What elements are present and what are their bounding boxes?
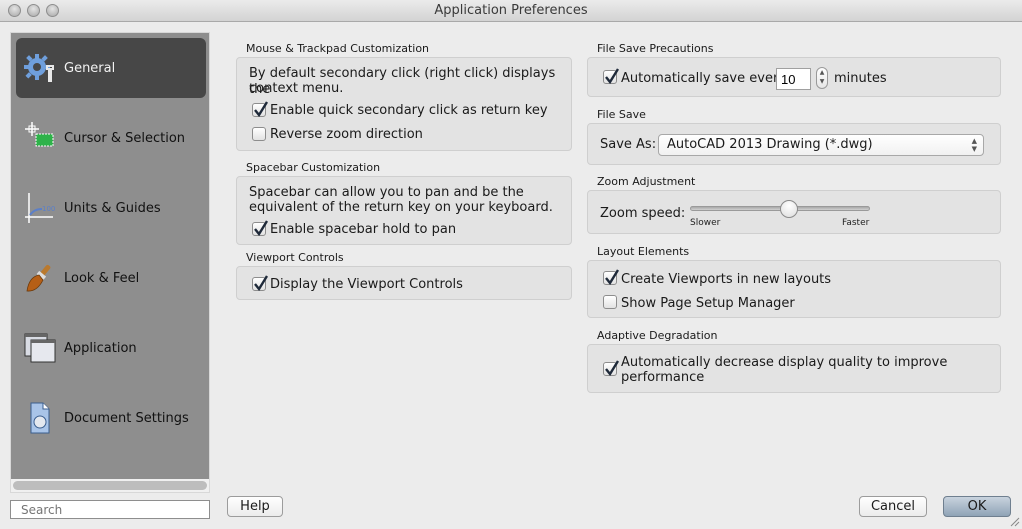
ok-button[interactable]: OK [943,496,1011,517]
sidebar-item-label: Document Settings [64,410,189,426]
display-viewport-controls-label: Display the Viewport Controls [270,277,463,292]
viewport-controls-title: Viewport Controls [246,251,344,264]
file-save-precautions-group: Automatically save every ▲▼ minutes [587,57,1001,97]
spacebar-title: Spacebar Customization [246,161,381,174]
display-viewport-controls-checkbox[interactable] [252,275,269,291]
file-save-group: Save As: AutoCAD 2013 Drawing (*.dwg) ▲ ▼ [587,123,1001,165]
windows-icon [20,328,60,368]
sidebar-item-label: Cursor & Selection [64,130,186,146]
viewport-controls-group: Display the Viewport Controls [236,266,572,300]
zoom-slower-label: Slower [690,218,721,228]
document-settings-icon [20,398,60,438]
mouse-trackpad-title: Mouse & Trackpad Customization [246,42,430,55]
decrease-display-quality-line2: performance [621,370,705,385]
reverse-zoom-label: Reverse zoom direction [270,127,423,142]
adaptive-degradation-title: Adaptive Degradation [597,329,718,342]
zoom-speed-slider-thumb[interactable] [780,200,798,218]
quick-secondary-click-label: Enable quick secondary click as return k… [270,103,548,118]
spacebar-pan-label: Enable spacebar hold to pan [270,222,457,237]
help-button[interactable]: Help [227,496,283,517]
mouse-trackpad-group: By default secondary click (right click)… [236,57,572,151]
title-bar: Application Preferences [0,0,1022,22]
crosshair-selection-icon [20,118,60,158]
sidebar-item-document-settings[interactable]: Document Settings [16,388,206,448]
sidebar-item-application[interactable]: Application [16,318,206,378]
save-as-value: AutoCAD 2013 Drawing (*.dwg) [667,137,873,152]
decrease-display-quality-checkbox[interactable] [603,360,620,376]
show-page-setup-checkbox[interactable] [603,295,617,309]
autosave-minutes-input[interactable] [776,68,811,90]
file-save-title: File Save [597,108,646,121]
svg-text:100: 100 [42,205,55,213]
spacebar-description-line2: equivalent of the return key on your key… [249,200,553,215]
reverse-zoom-checkbox[interactable] [252,127,266,141]
autosave-unit: minutes [834,71,887,86]
spacebar-description-line1: Spacebar can allow you to pan and be the [249,185,524,200]
zoom-adjustment-group: Zoom speed: Slower Faster [587,190,1001,234]
decrease-display-quality-line1: Automatically decrease display quality t… [621,355,948,370]
autosave-minutes-stepper[interactable]: ▲ ▼ [816,67,828,89]
zoom-adjustment-title: Zoom Adjustment [597,175,696,188]
zoom-faster-label: Faster [842,218,870,228]
save-as-label: Save As: [600,137,657,152]
close-window-button[interactable] [8,4,21,17]
search-input[interactable] [10,500,210,519]
ruler-guides-icon: 100 [20,188,60,228]
sidebar-item-label: Look & Feel [64,270,140,286]
autosave-label: Automatically save every [621,71,786,86]
mouse-description-line2: context menu. [249,81,344,96]
quick-secondary-click-checkbox[interactable] [252,101,269,117]
sidebar: General Cursor & Selection 100 Units & G… [10,32,210,493]
zoom-window-button[interactable] [46,4,59,17]
layout-elements-group: Create Viewports in new layouts Show Pag… [587,260,1001,318]
sidebar-item-cursor-selection[interactable]: Cursor & Selection [16,108,206,168]
window-title: Application Preferences [434,3,588,18]
select-arrows-icon: ▲ ▼ [971,137,977,153]
zoom-speed-label: Zoom speed: [600,206,686,221]
minimize-window-button[interactable] [27,4,40,17]
file-save-precautions-title: File Save Precautions [597,42,714,55]
spacebar-group: Spacebar can allow you to pan and be the… [236,176,572,245]
resize-grip-icon[interactable] [1008,515,1020,527]
adaptive-degradation-group: Automatically decrease display quality t… [587,344,1001,393]
gear-wrench-icon [20,48,60,88]
cancel-button[interactable]: Cancel [859,496,927,517]
sidebar-item-general[interactable]: General [16,38,206,98]
sidebar-item-label: General [64,60,116,76]
paintbrush-icon [20,258,60,298]
create-viewports-label: Create Viewports in new layouts [621,272,832,287]
sidebar-item-units-guides[interactable]: 100 Units & Guides [16,178,206,238]
spacebar-pan-checkbox[interactable] [252,220,269,236]
save-as-select[interactable]: AutoCAD 2013 Drawing (*.dwg) ▲ ▼ [658,134,984,156]
create-viewports-checkbox[interactable] [603,269,620,285]
layout-elements-title: Layout Elements [597,245,690,258]
sidebar-scrollbar-track [11,479,209,492]
sidebar-item-label: Units & Guides [64,200,161,216]
autosave-checkbox[interactable] [603,68,620,84]
sidebar-item-label: Application [64,340,137,356]
sidebar-scrollbar[interactable] [13,481,207,490]
sidebar-item-look-feel[interactable]: Look & Feel [16,248,206,308]
show-page-setup-label: Show Page Setup Manager [621,296,795,311]
